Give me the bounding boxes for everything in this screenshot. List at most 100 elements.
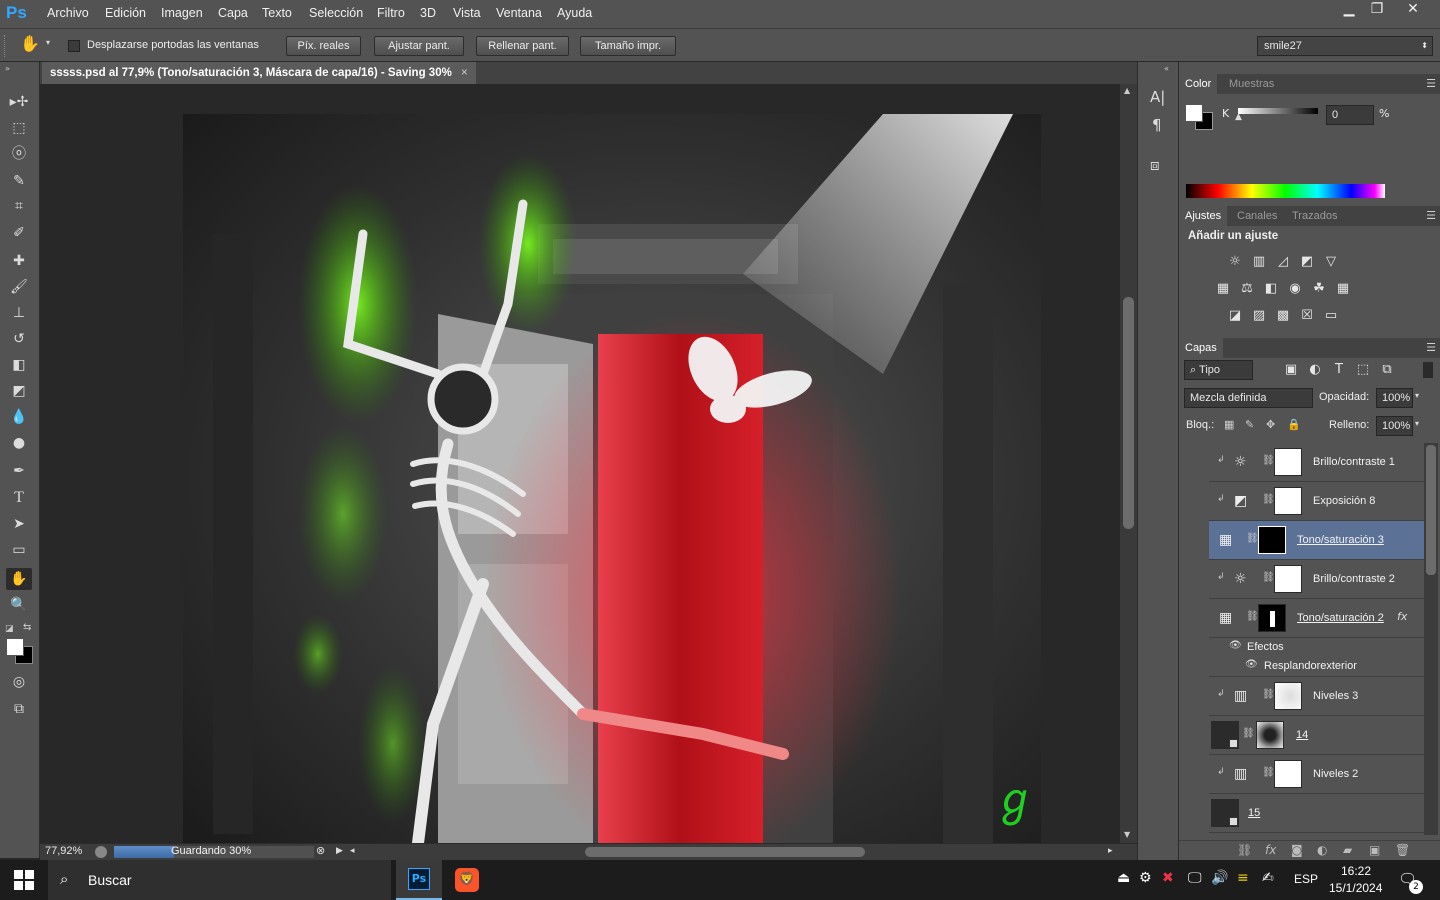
collapse-icon[interactable]: » [5,64,10,73]
menu-capa[interactable]: Capa [218,6,248,20]
layer-mask-thumbnail[interactable] [1274,487,1302,515]
battery-tray-icon[interactable]: ≡ [1237,870,1249,886]
eraser-tool-icon[interactable]: ◧ [6,354,32,376]
swap-colors-icon[interactable]: ⇆ [23,622,31,633]
fill-input[interactable]: 100% [1376,416,1413,436]
k-value-input[interactable]: 0 [1326,105,1374,125]
horizontal-scroll-thumb[interactable] [585,847,865,857]
foreground-color-swatch[interactable] [6,638,24,656]
tab-color[interactable]: Color [1179,74,1218,94]
windows-start-icon[interactable] [14,870,34,890]
filter-adjustment-icon[interactable]: ◐ [1307,362,1323,378]
menu-seleccion[interactable]: Selección [309,6,363,20]
tab-channels[interactable]: Canales [1231,206,1283,226]
layers-scrollbar[interactable] [1424,443,1438,835]
brightness-contrast-icon[interactable]: ☼ [1227,254,1243,270]
default-colors-icon[interactable]: ◪ [5,624,14,634]
app-tray-icon[interactable]: ⚙ [1139,870,1152,886]
character-panel-icon[interactable]: A| [1150,88,1165,106]
layer-name[interactable]: Niveles 3 [1313,690,1358,702]
document-tab[interactable]: sssss.psd al 77,9% (Tono/saturación 3, M… [42,62,476,84]
filter-smart-object-icon[interactable]: ⧉ [1379,362,1395,378]
taskbar-photoshop[interactable]: Ps [396,860,442,900]
minimize-button[interactable]: ▁ [1334,0,1364,20]
network-icon[interactable]: 🖵 [1188,870,1202,886]
add-layer-style-icon[interactable]: fx [1265,843,1276,857]
layer-mask-thumbnail[interactable] [1258,526,1286,554]
layer-row[interactable]: 👁 ▦ ⛓ Tono/saturación 2 fx [1209,599,1424,638]
selective-color-icon[interactable]: ☒ [1299,308,1315,324]
taskbar-search[interactable]: ⌕ Buscar [48,860,392,900]
fit-screen-button[interactable]: Ajustar pant. [374,36,464,56]
quick-selection-tool-icon[interactable]: ✎ [6,170,32,192]
zoom-tool-icon[interactable]: 🔍 [6,594,32,616]
pen-tray-icon[interactable]: ✍ [1262,870,1274,886]
document-info-icon[interactable] [95,846,107,858]
new-group-icon[interactable]: ▰ [1343,843,1352,857]
collapse-panels-icon[interactable]: « [1164,64,1169,73]
vertical-scrollbar[interactable]: ▲ ▼ [1120,84,1137,843]
paint-bucket-tool-icon[interactable]: ◩ [6,380,32,402]
color-fg-swatch[interactable] [1185,104,1203,122]
k-slider-handle-icon[interactable]: ▲ [1235,112,1242,122]
fill-dropdown-icon[interactable]: ▾ [1415,419,1419,428]
layer-thumbnail[interactable] [1211,721,1239,749]
tab-swatches[interactable]: Muestras [1223,74,1280,94]
menu-ayuda[interactable]: Ayuda [557,6,592,20]
cancel-save-icon[interactable]: ⊗ [316,844,325,857]
clone-stamp-tool-icon[interactable]: ⊥ [6,302,32,324]
tab-adjustments[interactable]: Ajustes [1179,206,1228,226]
menu-texto[interactable]: Texto [262,6,292,20]
filter-type-icon[interactable]: T [1331,362,1347,378]
blur-tool-icon[interactable]: 💧 [6,406,32,428]
gradient-map-icon[interactable]: ▭ [1323,308,1339,324]
menu-edicion[interactable]: Edición [105,6,146,20]
layer-row[interactable]: 👁 15 [1209,794,1424,833]
photo-filter-icon[interactable]: ◉ [1287,281,1303,297]
healing-brush-tool-icon[interactable]: ✚ [6,250,32,272]
layer-name[interactable]: 14 [1296,729,1308,741]
tab-layers[interactable]: Capas [1179,338,1223,358]
menu-imagen[interactable]: Imagen [161,6,203,20]
tool-preset-dropdown-icon[interactable]: ▾ [46,38,50,47]
layer-name[interactable]: 15 [1248,807,1260,819]
add-mask-icon[interactable]: ◙ [1291,843,1303,857]
fx-icon[interactable]: fx [1397,610,1407,623]
layer-thumbnail[interactable] [1211,799,1239,827]
paragraph-panel-icon[interactable]: ¶ [1152,116,1162,134]
close-button[interactable]: ✕ [1398,0,1428,20]
black-white-icon[interactable]: ◧ [1263,281,1279,297]
eyedropper-tool-icon[interactable]: ✐ [6,222,32,244]
marquee-tool-icon[interactable]: ⬚ [6,117,32,139]
menu-ventana[interactable]: Ventana [496,6,542,20]
vibrance-icon[interactable]: ▽ [1323,254,1339,270]
effect-eye-icon[interactable]: 👁 [1245,659,1258,670]
layer-row[interactable]: 👁 ⛓ 14 [1209,716,1424,755]
history-brush-tool-icon[interactable]: ↺ [6,328,32,350]
layer-mask-thumbnail[interactable] [1274,682,1302,710]
effects-row[interactable]: 👁 Efectos [1209,638,1424,657]
scroll-all-windows-checkbox[interactable] [68,40,80,52]
rectangle-tool-icon[interactable]: ▭ [6,539,32,561]
hand-tool-button-icon[interactable]: ✋ [6,568,32,590]
brush-tool-icon[interactable]: 🖌 [6,276,32,298]
invert-icon[interactable]: ◪ [1227,308,1243,324]
layer-row[interactable]: 👁 ↲ ▥ ⛓ Niveles 2 [1209,755,1424,794]
brave-browser-icon[interactable]: 🦁 [455,868,479,892]
lock-all-icon[interactable]: 🔒 [1287,418,1301,431]
layer-name[interactable]: Brillo/contraste 2 [1313,573,1395,585]
levels-icon[interactable]: ▥ [1251,254,1267,270]
link-layers-icon[interactable]: ⛓ [1237,843,1252,857]
screen-mode-icon[interactable]: ⧉ [6,698,32,720]
path-selection-tool-icon[interactable]: ➤ [6,513,32,535]
hue-saturation-icon[interactable]: ▦ [1215,281,1231,297]
scroll-right-icon[interactable]: ▸ [1108,845,1113,856]
clock-time[interactable]: 16:22 [1341,864,1371,878]
layers-scroll-thumb[interactable] [1426,445,1436,575]
layer-row[interactable]: 👁 ↲ ☼ ⛓ Brillo/contraste 1 [1209,443,1424,482]
clock-date[interactable]: 15/1/2024 [1329,881,1382,895]
dodge-tool-icon[interactable]: ● [6,432,32,454]
new-adjustment-layer-icon[interactable]: ◐ [1317,843,1327,857]
layer-row-selected[interactable]: 👁 ▦ ⛓ Tono/saturación 3 [1209,521,1424,560]
vertical-scroll-thumb[interactable] [1123,297,1134,529]
